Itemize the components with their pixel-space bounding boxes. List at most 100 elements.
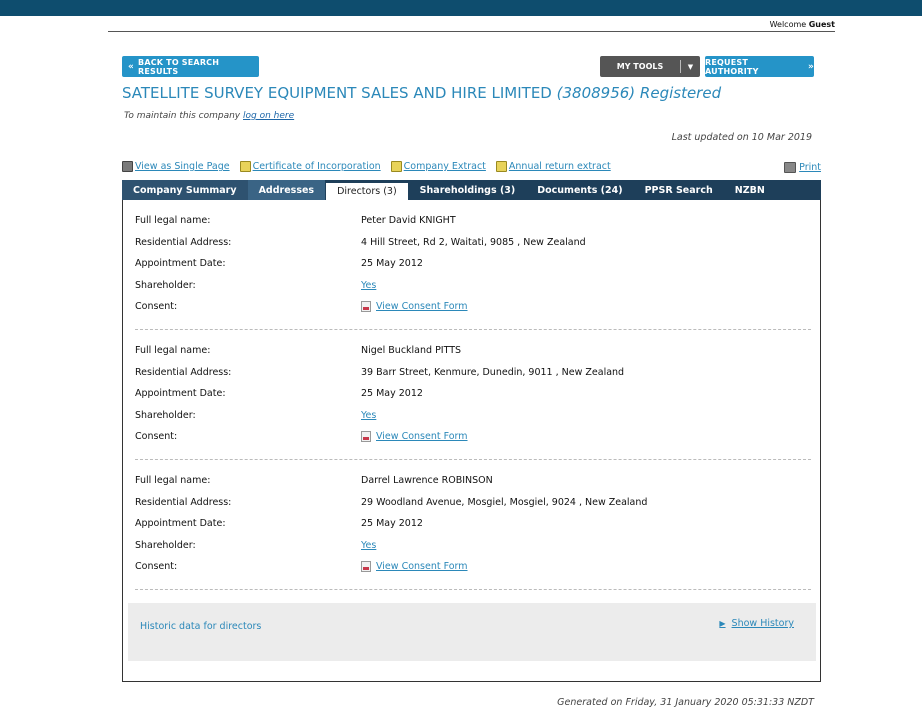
certificate-link[interactable]: Certificate of Incorporation — [239, 161, 381, 172]
dropdown-arrow-icon[interactable]: ▼ — [681, 63, 700, 71]
welcome-prefix: Welcome — [769, 20, 807, 29]
tab-documents[interactable]: Documents (24) — [526, 180, 633, 200]
pdf-icon — [361, 560, 371, 572]
document-icon — [239, 161, 251, 172]
full-name-value: Darrel Lawrence ROBINSON — [361, 474, 493, 486]
view-consent-form-label: View Consent Form — [376, 300, 468, 312]
company-number-status: (3808956) Registered — [556, 84, 722, 102]
last-updated-text: Last updated on 10 Mar 2019 — [671, 132, 812, 143]
tab-directors[interactable]: Directors (3) — [325, 182, 409, 200]
address-row: Residential Address: 39 Barr Street, Ken… — [135, 365, 811, 379]
welcome-message: Welcome Guest — [108, 20, 835, 29]
binoculars-icon — [122, 161, 133, 172]
tab-company-summary[interactable]: Company Summary — [122, 180, 248, 200]
page-title: SATELLITE SURVEY EQUIPMENT SALES AND HIR… — [122, 84, 721, 102]
view-consent-form-link[interactable]: View Consent Form — [361, 300, 468, 312]
address-value: 29 Woodland Avenue, Mosgiel, Mosgiel, 90… — [361, 496, 648, 508]
consent-row: Consent: View Consent Form — [135, 299, 811, 313]
printer-icon — [784, 162, 797, 173]
appointment-value: 25 May 2012 — [361, 517, 423, 529]
pdf-icon — [361, 430, 371, 442]
shareholder-label: Shareholder: — [135, 539, 196, 551]
log-on-here-link[interactable]: log on here — [243, 111, 294, 121]
back-button-label: BACK TO SEARCH RESULTS — [138, 57, 220, 76]
shareholder-label: Shareholder: — [135, 279, 196, 291]
appointment-label: Appointment Date: — [135, 387, 226, 399]
pdf-icon — [361, 300, 371, 312]
double-chevron-left-icon: « — [128, 61, 135, 72]
full-name-label: Full legal name: — [135, 214, 211, 226]
historic-data-box: Historic data for directors ▶ Show Histo… — [128, 603, 816, 661]
consent-label: Consent: — [135, 560, 178, 572]
view-consent-form-label: View Consent Form — [376, 430, 468, 442]
certificate-label: Certificate of Incorporation — [252, 161, 381, 172]
view-consent-form-link[interactable]: View Consent Form — [361, 430, 468, 442]
shareholder-row: Shareholder: Yes — [135, 278, 811, 292]
tab-bar: Company Summary Addresses Directors (3) … — [122, 180, 821, 200]
address-label: Residential Address: — [135, 496, 232, 508]
company-name: SATELLITE SURVEY EQUIPMENT SALES AND HIR… — [122, 84, 552, 102]
my-tools-dropdown[interactable]: MY TOOLS ▼ — [600, 56, 700, 77]
document-icon — [390, 161, 402, 172]
top-banner — [0, 0, 922, 16]
director-divider — [135, 459, 811, 460]
view-single-page-link[interactable]: View as Single Page — [122, 161, 230, 172]
triangle-right-icon: ▶ — [719, 619, 726, 628]
view-single-page-label: View as Single Page — [135, 161, 230, 172]
consent-label: Consent: — [135, 300, 178, 312]
tab-ppsr-search[interactable]: PPSR Search — [634, 180, 724, 200]
address-row: Residential Address: 4 Hill Street, Rd 2… — [135, 235, 811, 249]
maintain-company-note: To maintain this company log on here — [124, 111, 294, 121]
appointment-value: 25 May 2012 — [361, 257, 423, 269]
print-label: Print — [799, 162, 821, 173]
shareholder-link[interactable]: Yes — [361, 280, 376, 291]
request-authority-label: REQUEST AUTHORITY — [705, 57, 759, 76]
annual-return-link[interactable]: Annual return extract — [495, 161, 611, 172]
address-value: 39 Barr Street, Kenmure, Dunedin, 9011 ,… — [361, 366, 625, 378]
full-name-value: Nigel Buckland PITTS — [361, 344, 462, 356]
generated-timestamp: Generated on Friday, 31 January 2020 05:… — [557, 697, 814, 708]
appointment-label: Appointment Date: — [135, 257, 226, 269]
shareholder-label: Shareholder: — [135, 409, 196, 421]
consent-row: Consent: View Consent Form — [135, 429, 811, 443]
tab-addresses[interactable]: Addresses — [247, 180, 326, 200]
view-consent-form-link[interactable]: View Consent Form — [361, 560, 468, 572]
appointment-label: Appointment Date: — [135, 517, 226, 529]
header-divider — [108, 31, 835, 32]
consent-label: Consent: — [135, 430, 178, 442]
full-name-value: Peter David KNIGHT — [361, 214, 456, 226]
document-icon — [495, 161, 507, 172]
appointment-row: Appointment Date: 25 May 2012 — [135, 256, 811, 270]
address-label: Residential Address: — [135, 366, 232, 378]
full-name-row: Full legal name: Peter David KNIGHT — [135, 213, 811, 227]
show-history-label: Show History — [731, 618, 794, 629]
historic-data-label: Historic data for directors — [140, 621, 262, 632]
appointment-row: Appointment Date: 25 May 2012 — [135, 516, 811, 530]
address-row: Residential Address: 29 Woodland Avenue,… — [135, 495, 811, 509]
full-name-row: Full legal name: Darrel Lawrence ROBINSO… — [135, 473, 811, 487]
director-divider — [135, 589, 811, 590]
document-links: View as Single Page Certificate of Incor… — [122, 161, 611, 172]
welcome-user: Guest — [808, 20, 835, 29]
print-link[interactable]: Print — [784, 162, 821, 173]
shareholder-row: Shareholder: Yes — [135, 408, 811, 422]
double-chevron-right-icon: » — [807, 61, 814, 72]
annual-return-label: Annual return extract — [508, 161, 611, 172]
show-history-link[interactable]: ▶ Show History — [719, 618, 794, 629]
company-extract-link[interactable]: Company Extract — [390, 161, 486, 172]
director-divider — [135, 329, 811, 330]
shareholder-link[interactable]: Yes — [361, 540, 376, 551]
company-extract-label: Company Extract — [403, 161, 486, 172]
directors-panel: Full legal name: Peter David KNIGHT Resi… — [122, 200, 821, 682]
back-to-search-results-button[interactable]: « BACK TO SEARCH RESULTS — [122, 56, 259, 77]
request-authority-button[interactable]: REQUEST AUTHORITY » — [705, 56, 814, 77]
full-name-label: Full legal name: — [135, 344, 211, 356]
consent-row: Consent: View Consent Form — [135, 559, 811, 573]
tab-shareholdings[interactable]: Shareholdings (3) — [409, 180, 527, 200]
full-name-row: Full legal name: Nigel Buckland PITTS — [135, 343, 811, 357]
tab-nzbn[interactable]: NZBN — [724, 180, 776, 200]
view-consent-form-label: View Consent Form — [376, 560, 468, 572]
shareholder-link[interactable]: Yes — [361, 410, 376, 421]
address-label: Residential Address: — [135, 236, 232, 248]
appointment-value: 25 May 2012 — [361, 387, 423, 399]
